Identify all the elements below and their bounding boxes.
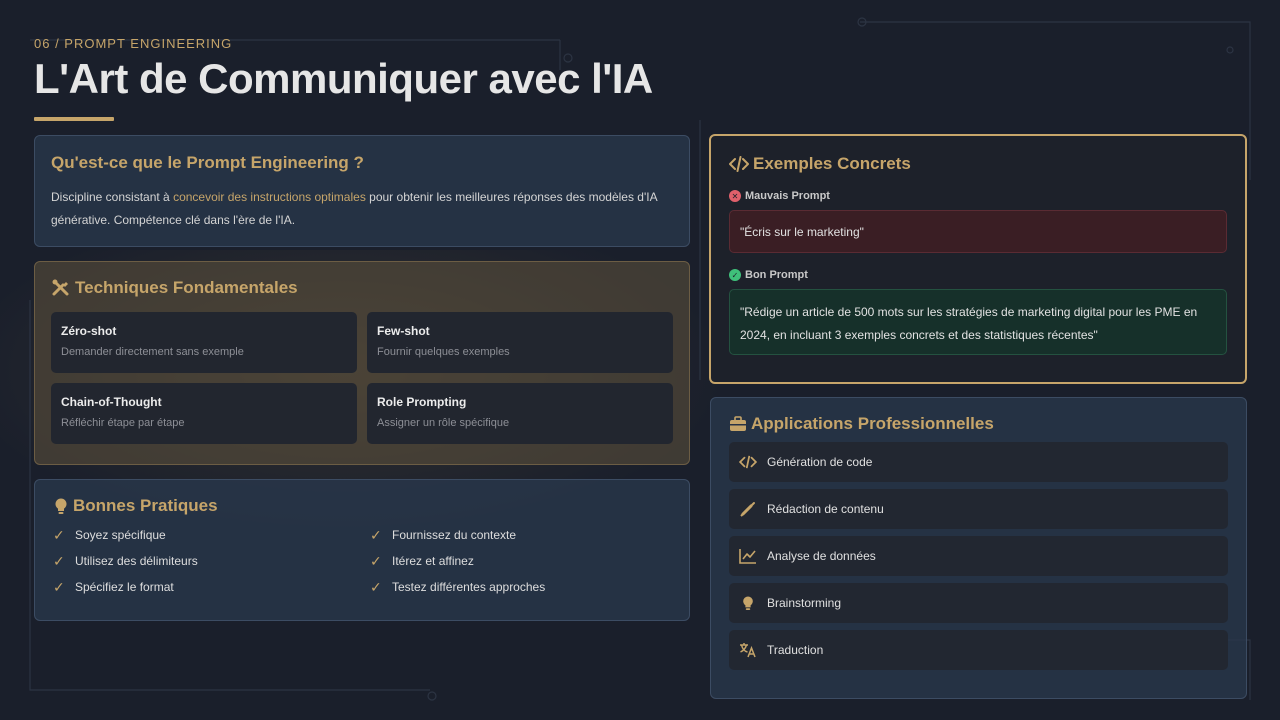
- intro-text-highlight: concevoir des instructions optimales: [173, 190, 366, 204]
- breadcrumb: 06 / PROMPT ENGINEERING: [34, 36, 233, 51]
- techniques-title: Techniques Fondamentales: [75, 278, 298, 297]
- applications-header: Applications Professionnelles: [729, 414, 1228, 434]
- check-icon: ✓: [53, 552, 65, 569]
- technique-desc: Fournir quelques exemples: [377, 346, 510, 358]
- title-underline: [34, 117, 114, 121]
- good-prompt-label: ✓ Bon Prompt: [729, 269, 1227, 281]
- techniques-card: Techniques Fondamentales Zéro-shot Deman…: [34, 261, 690, 465]
- briefcase-icon: [730, 416, 746, 431]
- application-label: Rédaction de contenu: [767, 502, 884, 516]
- application-label: Génération de code: [767, 455, 873, 469]
- technique-desc: Demander directement sans exemple: [61, 346, 244, 358]
- application-item: Rédaction de contenu: [729, 489, 1228, 529]
- application-item: Analyse de données: [729, 536, 1228, 576]
- technique-desc: Assigner un rôle spécifique: [377, 417, 510, 429]
- application-label: Traduction: [767, 643, 824, 657]
- applications-list: Génération de code Rédaction de contenu …: [729, 442, 1228, 670]
- header: 06 / PROMPT ENGINEERING L'Art de Communi…: [34, 36, 653, 121]
- application-item: Traduction: [729, 630, 1228, 670]
- technique-item: Chain-of-Thought Réfléchir étape par éta…: [51, 383, 357, 444]
- page-title: L'Art de Communiquer avec l'IA: [34, 55, 653, 102]
- translate-icon: [739, 642, 757, 658]
- practice-item: ✓ Soyez spécifique: [53, 526, 370, 544]
- technique-item: Zéro-shot Demander directement sans exem…: [51, 312, 357, 373]
- practice-label: Spécifiez le format: [75, 580, 174, 594]
- technique-desc: Réfléchir étape par étape: [61, 417, 185, 429]
- practice-item: ✓ Spécifiez le format: [53, 578, 370, 596]
- bad-prompt-label-text: Mauvais Prompt: [745, 190, 830, 202]
- application-label: Analyse de données: [767, 549, 876, 563]
- technique-name: Chain-of-Thought: [61, 395, 162, 409]
- practice-item: ✓ Itérez et affinez: [370, 552, 670, 570]
- intro-text-before: Discipline consistant à: [51, 190, 174, 204]
- practice-item: ✓ Fournissez du contexte: [370, 526, 670, 544]
- bad-prompt-label: ✕ Mauvais Prompt: [729, 190, 1227, 202]
- applications-card: Applications Professionnelles Génération…: [710, 397, 1247, 699]
- technique-name: Role Prompting: [377, 395, 467, 409]
- code-icon: [739, 455, 757, 469]
- error-icon: ✕: [729, 190, 741, 202]
- good-prompt-box: "Rédige un article de 500 mots sur les s…: [729, 289, 1227, 355]
- practices-header: Bonnes Pratiques: [53, 496, 671, 516]
- success-icon: ✓: [729, 269, 741, 281]
- application-item: Brainstorming: [729, 583, 1228, 623]
- techniques-header: Techniques Fondamentales: [51, 278, 673, 298]
- pen-icon: [739, 501, 757, 517]
- check-icon: ✓: [370, 578, 382, 595]
- examples-title: Exemples Concrets: [753, 154, 911, 173]
- application-item: Génération de code: [729, 442, 1228, 482]
- practice-label: Soyez spécifique: [75, 528, 166, 542]
- examples-card: Exemples Concrets ✕ Mauvais Prompt "Écri…: [709, 134, 1247, 384]
- lightbulb-icon: [55, 498, 67, 514]
- practices-grid: ✓ Soyez spécifique ✓ Fournissez du context…: [53, 526, 671, 596]
- technique-name: Few-shot: [377, 324, 430, 338]
- check-icon: ✓: [53, 526, 65, 543]
- check-icon: ✓: [370, 552, 382, 569]
- good-prompt-label-text: Bon Prompt: [745, 269, 808, 281]
- check-icon: ✓: [370, 526, 382, 543]
- technique-item: Few-shot Fournir quelques exemples: [367, 312, 673, 373]
- tools-icon: [52, 279, 69, 296]
- examples-header: Exemples Concrets: [729, 154, 1227, 174]
- practice-label: Fournissez du contexte: [392, 528, 517, 542]
- intro-title: Qu'est-ce que le Prompt Engineering ?: [51, 153, 364, 172]
- practice-label: Testez différentes approches: [392, 580, 546, 594]
- techniques-grid: Zéro-shot Demander directement sans exem…: [51, 312, 673, 444]
- applications-title: Applications Professionnelles: [751, 414, 994, 433]
- chart-line-icon: [739, 548, 757, 564]
- technique-item: Role Prompting Assigner un rôle spécifiq…: [367, 383, 673, 444]
- intro-text: Discipline consistant à concevoir des in…: [51, 186, 673, 232]
- intro-card: Qu'est-ce que le Prompt Engineering ? Di…: [34, 135, 690, 247]
- code-icon: [729, 156, 749, 172]
- check-icon: ✓: [53, 578, 65, 595]
- practice-label: Utilisez des délimiteurs: [75, 554, 198, 568]
- practice-label: Itérez et affinez: [392, 554, 474, 568]
- practices-card: Bonnes Pratiques ✓ Soyez spécifique ✓ Four…: [34, 479, 690, 621]
- application-label: Brainstorming: [767, 596, 842, 610]
- practice-item: ✓ Testez différentes approches: [370, 578, 670, 596]
- bad-prompt-box: "Écris sur le marketing": [729, 210, 1227, 253]
- practice-item: ✓ Utilisez des délimiteurs: [53, 552, 370, 570]
- lightbulb-icon: [739, 595, 757, 611]
- technique-name: Zéro-shot: [61, 324, 117, 338]
- practices-title: Bonnes Pratiques: [73, 496, 218, 515]
